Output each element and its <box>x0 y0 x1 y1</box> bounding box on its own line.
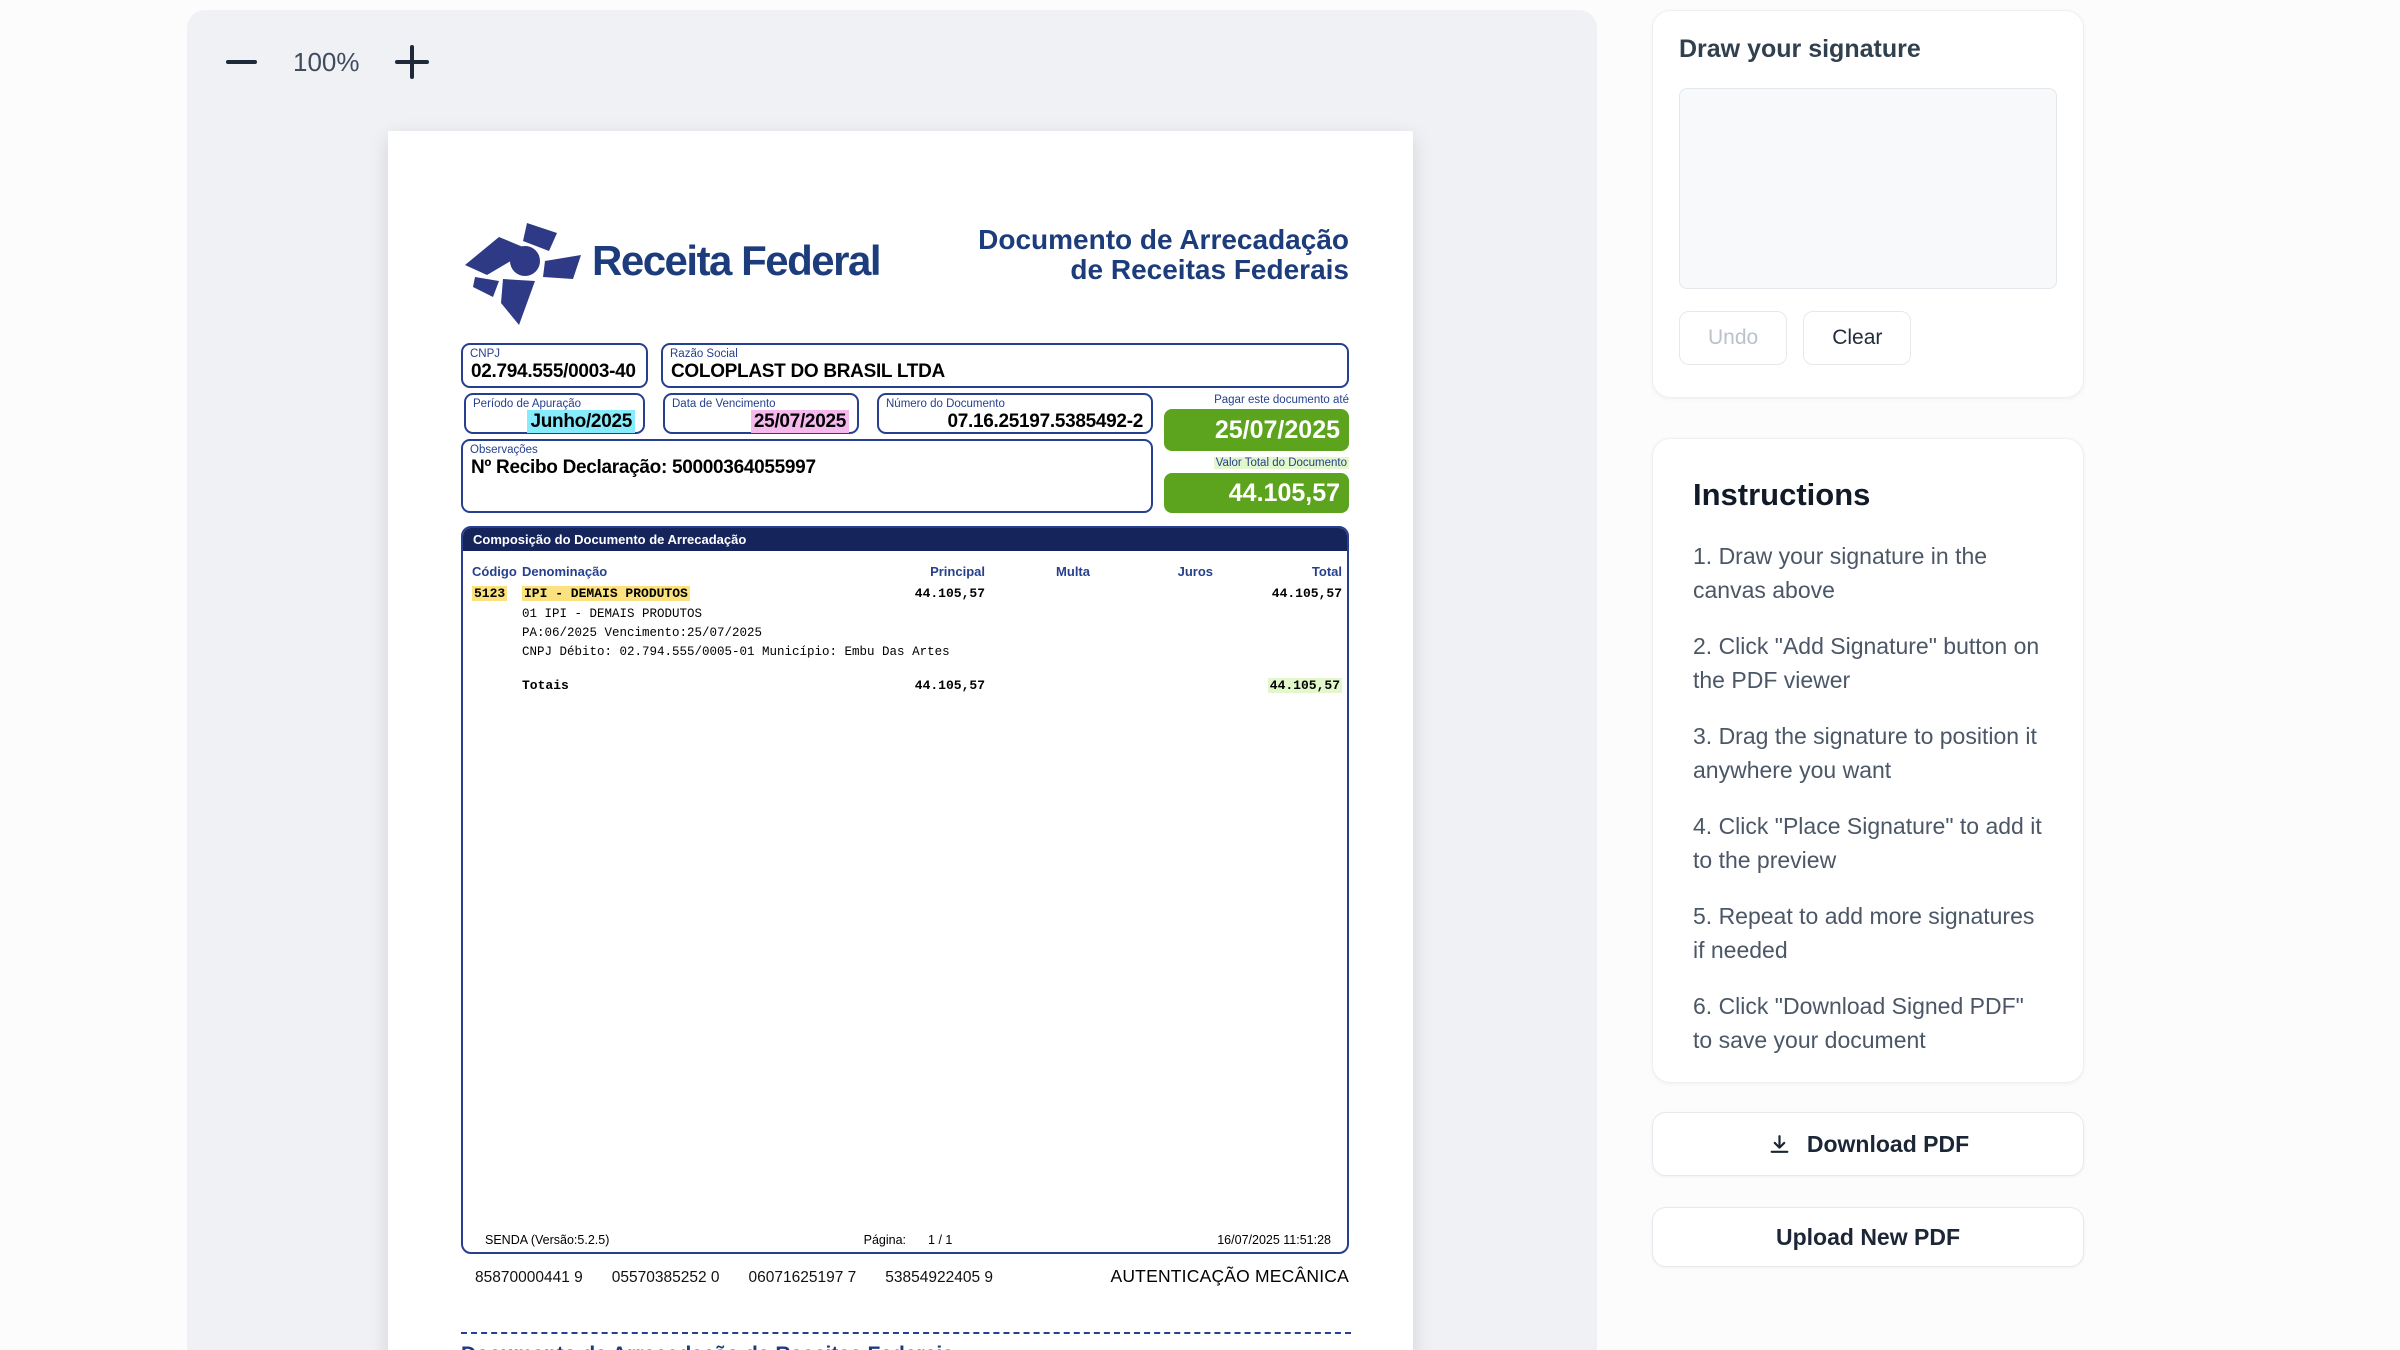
totals-total: 44.105,57 <box>1213 678 1342 693</box>
observacoes-value: Nº Recibo Declaração: 50000364055997 <box>463 457 1151 479</box>
data-vencimento-value: 25/07/2025 <box>665 411 857 433</box>
row-multa <box>985 586 1090 601</box>
cut-line-separator <box>461 1332 1351 1334</box>
barcode-code: 53854922405 9 <box>885 1269 993 1287</box>
numero-documento-label: Número do Documento <box>879 395 1151 411</box>
table-header-row: Código Denominação Principal Multa Juros… <box>472 564 1342 579</box>
signature-canvas[interactable] <box>1679 88 2057 289</box>
row-detail-line: CNPJ Débito: 02.794.555/0005-01 Municípi… <box>522 645 950 659</box>
numero-documento-value: 07.16.25197.5385492-2 <box>879 411 1151 433</box>
autenticacao-mecanica-label: AUTENTICAÇÃO MECÂNICA <box>1110 1266 1349 1287</box>
col-denominacao: Denominação <box>522 564 855 579</box>
composicao-box: Composição do Documento de Arrecadação C… <box>461 526 1349 1254</box>
receita-federal-logo-icon <box>461 217 589 329</box>
barcode-auth-row: 85870000441 9 05570385252 0 06071625197 … <box>475 1266 1349 1287</box>
numero-documento-field: Número do Documento 07.16.25197.5385492-… <box>877 393 1153 434</box>
totals-principal: 44.105,57 <box>855 678 985 693</box>
cnpj-label: CNPJ <box>463 345 646 361</box>
razao-social-label: Razão Social <box>663 345 1347 361</box>
upload-new-pdf-button[interactable]: Upload New PDF <box>1652 1207 2084 1267</box>
page-label: Página: <box>864 1233 906 1247</box>
instruction-step: 2. Click "Add Signature" button on the P… <box>1693 629 2043 697</box>
col-juros: Juros <box>1090 564 1213 579</box>
col-codigo: Código <box>472 564 522 579</box>
clear-button[interactable]: Clear <box>1803 311 1911 365</box>
razao-social-field: Razão Social COLOPLAST DO BRASIL LTDA <box>661 343 1349 388</box>
data-vencimento-field: Data de Vencimento 25/07/2025 <box>663 393 859 434</box>
instructions-title: Instructions <box>1693 477 2043 513</box>
periodo-apuracao-value: Junho/2025 <box>466 411 643 433</box>
zoom-in-button[interactable] <box>390 40 434 84</box>
row-denominacao: IPI - DEMAIS PRODUTOS <box>522 586 855 601</box>
periodo-apuracao-field: Período de Apuração Junho/2025 <box>464 393 645 434</box>
document-title-line2: de Receitas Federais <box>978 255 1349 285</box>
signature-card-title: Draw your signature <box>1679 35 2057 64</box>
valor-total-value: 44.105,57 <box>1164 473 1349 513</box>
pagar-ate-label: Pagar este documento até <box>1164 394 1349 406</box>
page-value: 1 / 1 <box>928 1233 952 1247</box>
document-footer: SENDA (Versão:5.2.5) Página: 1 / 1 16/07… <box>485 1233 1331 1247</box>
row-principal: 44.105,57 <box>855 586 985 601</box>
totals-row: Totais 44.105,57 44.105,57 <box>472 678 1342 693</box>
receita-federal-wordmark: Receita Federal <box>592 237 880 285</box>
next-section-title: Documento de Arrecadação de Receitas Fed… <box>461 1343 954 1350</box>
download-icon <box>1767 1132 1792 1157</box>
plus-icon <box>395 45 429 79</box>
document-title-line1: Documento de Arrecadação <box>978 225 1349 255</box>
signature-card: Draw your signature Undo Clear <box>1652 10 2084 398</box>
barcode-code: 05570385252 0 <box>612 1269 720 1287</box>
valor-total-label: Valor Total do Documento <box>1164 457 1349 469</box>
row-juros <box>1090 586 1213 601</box>
periodo-apuracao-label: Período de Apuração <box>466 395 643 411</box>
app: 100% Receita Federal Documento de <box>0 0 2400 1350</box>
instruction-step: 3. Drag the signature to position it any… <box>1693 719 2043 787</box>
zoom-out-button[interactable] <box>219 40 263 84</box>
instruction-step: 1. Draw your signature in the canvas abo… <box>1693 539 2043 607</box>
instruction-step: 5. Repeat to add more signatures if need… <box>1693 899 2043 967</box>
observacoes-label: Observações <box>463 441 1151 457</box>
col-total: Total <box>1213 564 1342 579</box>
row-detail-line: PA:06/2025 Vencimento:25/07/2025 <box>522 626 762 640</box>
razao-social-value: COLOPLAST DO BRASIL LTDA <box>663 361 1347 383</box>
instruction-step: 6. Click "Download Signed PDF" to save y… <box>1693 989 2043 1057</box>
totals-label: Totais <box>522 678 855 693</box>
pagar-ate-value: 25/07/2025 <box>1164 409 1349 451</box>
table-row: 5123 IPI - DEMAIS PRODUTOS 44.105,57 44.… <box>472 586 1342 601</box>
row-total: 44.105,57 <box>1213 586 1342 601</box>
data-vencimento-label: Data de Vencimento <box>665 395 857 411</box>
download-pdf-button[interactable]: Download PDF <box>1652 1112 2084 1176</box>
document-title: Documento de Arrecadação de Receitas Fed… <box>978 225 1349 285</box>
cnpj-field: CNPJ 02.794.555/0003-40 <box>461 343 648 388</box>
upload-new-pdf-label: Upload New PDF <box>1776 1224 1960 1251</box>
barcode-codes: 85870000441 9 05570385252 0 06071625197 … <box>475 1269 993 1287</box>
instruction-step: 4. Click "Place Signature" to add it to … <box>1693 809 2043 877</box>
instructions-card: Instructions 1. Draw your signature in t… <box>1652 438 2084 1083</box>
pdf-viewer-panel: 100% Receita Federal Documento de <box>187 10 1597 1350</box>
barcode-code: 85870000441 9 <box>475 1269 583 1287</box>
undo-button[interactable]: Undo <box>1679 311 1787 365</box>
zoom-controls: 100% <box>219 40 434 84</box>
composicao-section-title: Composição do Documento de Arrecadação <box>463 528 1347 551</box>
barcode-code: 06071625197 7 <box>749 1269 857 1287</box>
observacoes-field: Observações Nº Recibo Declaração: 500003… <box>461 439 1153 513</box>
page-indicator: Página: 1 / 1 <box>864 1233 953 1247</box>
app-version: SENDA (Versão:5.2.5) <box>485 1233 864 1247</box>
row-codigo: 5123 <box>472 586 522 601</box>
zoom-level: 100% <box>293 47 360 78</box>
col-multa: Multa <box>985 564 1090 579</box>
cnpj-value: 02.794.555/0003-40 <box>463 361 646 383</box>
download-pdf-label: Download PDF <box>1807 1131 1969 1158</box>
row-detail-line: 01 IPI - DEMAIS PRODUTOS <box>522 607 702 621</box>
pdf-page: Receita Federal Documento de Arrecadação… <box>388 131 1413 1350</box>
signature-actions: Undo Clear <box>1679 311 2057 365</box>
col-principal: Principal <box>855 564 985 579</box>
generated-timestamp: 16/07/2025 11:51:28 <box>952 1233 1331 1247</box>
minus-icon <box>226 60 257 64</box>
